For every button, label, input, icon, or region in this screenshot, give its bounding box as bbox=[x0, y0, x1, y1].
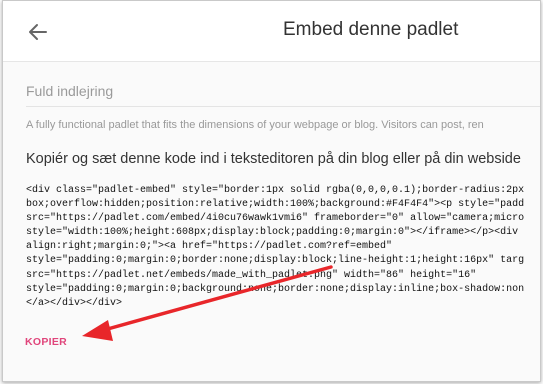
copy-button[interactable]: KOPIER bbox=[25, 336, 67, 348]
instruction-text: Kopiér og sæt denne kode ind i tekstedit… bbox=[26, 151, 521, 167]
code-line: </a></div></div> bbox=[26, 297, 123, 309]
code-line: style="padding:0;margin:0;border:none;di… bbox=[26, 255, 525, 267]
embed-code-block[interactable]: <div class="padlet-embed" style="border:… bbox=[26, 184, 540, 311]
code-line: src="https://padlet.com/embed/4i0cu76waw… bbox=[26, 213, 525, 225]
code-line: align:right;margin:0;"><a href="https://… bbox=[26, 241, 393, 253]
section-description: A fully functional padlet that fits the … bbox=[26, 119, 484, 131]
dialog-header: Embed denne padlet bbox=[3, 1, 540, 62]
code-line: src="https://padlet.net/embeds/made_with… bbox=[26, 269, 477, 281]
code-line: <div class="padlet-embed" style="border:… bbox=[26, 185, 525, 196]
code-line: style="padding:0;margin:0;background:non… bbox=[26, 283, 525, 295]
dialog-content: Fuld indlejring A fully functional padle… bbox=[3, 62, 540, 381]
arrow-left-icon[interactable] bbox=[27, 21, 49, 43]
page-title: Embed denne padlet bbox=[283, 19, 459, 40]
divider bbox=[26, 106, 540, 107]
embed-dialog: Embed denne padlet Fuld indlejring A ful… bbox=[2, 0, 541, 382]
code-line: box;overflow:hidden;position:relative;wi… bbox=[26, 199, 525, 211]
code-line: style="width:100%;height:608px;display:b… bbox=[26, 227, 519, 239]
section-label: Fuld indlejring bbox=[26, 83, 114, 99]
